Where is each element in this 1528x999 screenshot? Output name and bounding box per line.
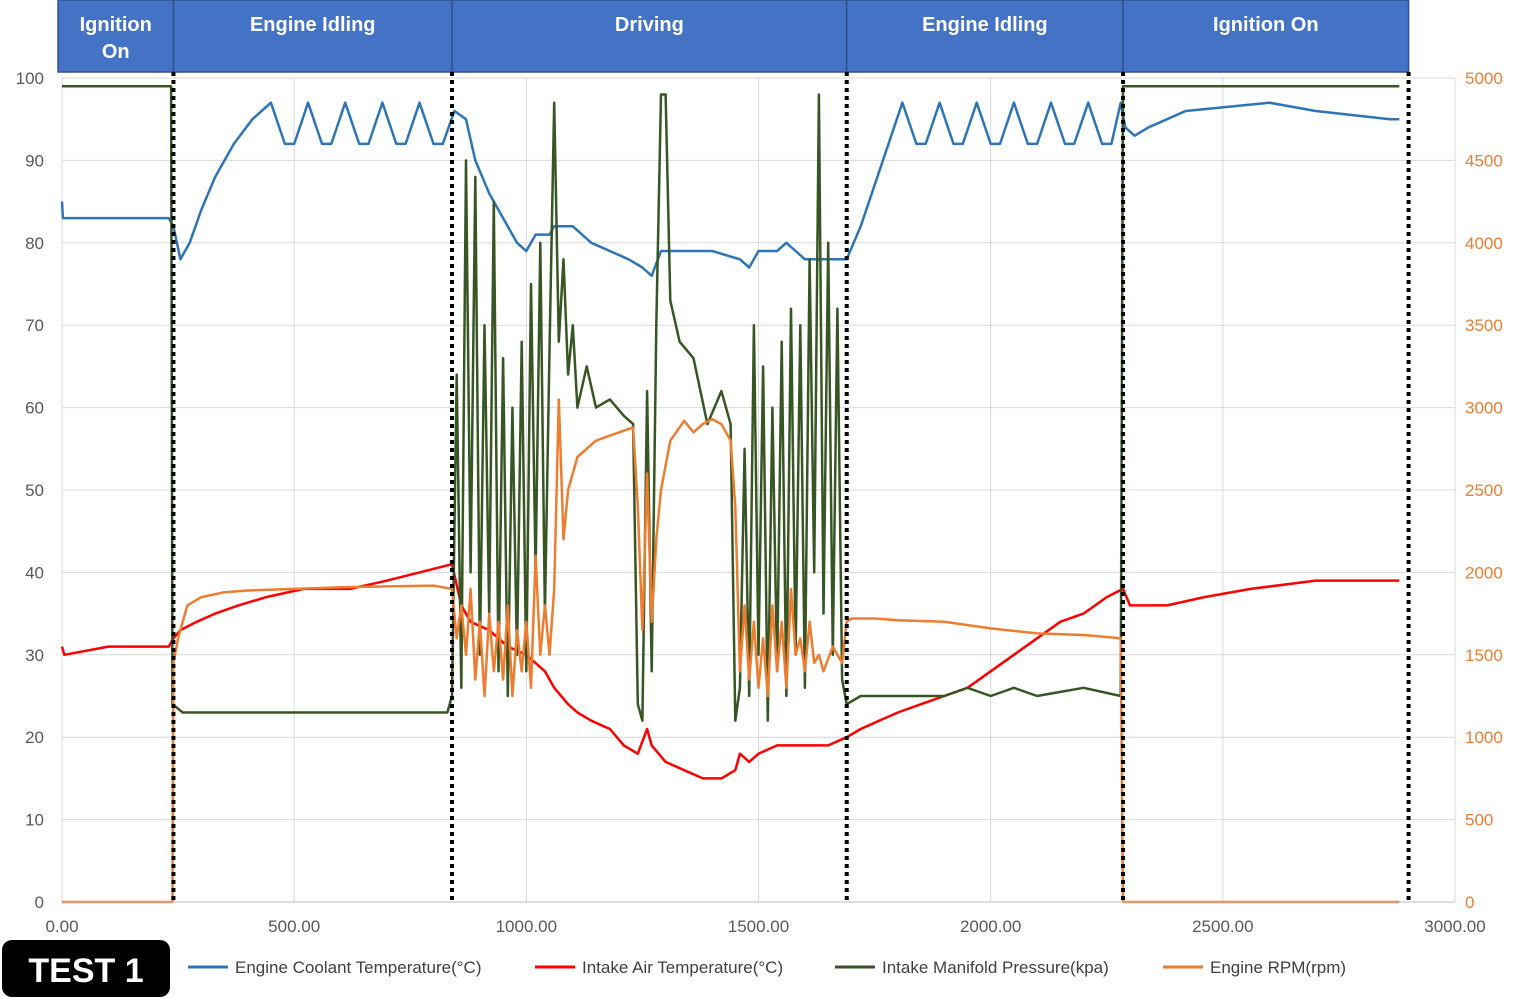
legend-item: Engine RPM(rpm) — [1163, 958, 1346, 977]
right-tick-label: 2000 — [1465, 563, 1503, 582]
left-tick-label: 20 — [25, 728, 44, 747]
right-tick-label: 2500 — [1465, 481, 1503, 500]
right-tick-label: 500 — [1465, 811, 1493, 830]
left-tick-label: 80 — [25, 234, 44, 253]
phase-header: Engine Idling — [172, 0, 453, 73]
series-line — [60, 562, 1400, 780]
x-tick-label: 0.00 — [45, 917, 78, 936]
right-tick-label: 4500 — [1465, 151, 1503, 170]
legend-item: Engine Coolant Temperature(°C) — [188, 958, 482, 977]
phase-label: Driving — [615, 14, 684, 36]
right-tick-label: 5000 — [1465, 69, 1503, 88]
series-layer — [60, 84, 1400, 904]
right-tick-label: 1000 — [1465, 728, 1503, 747]
left-axis: 0 10 20 30 40 50 60 70 80 90 100 — [16, 69, 44, 912]
right-tick-label: 4000 — [1465, 234, 1503, 253]
phase-header: Engine Idling — [845, 0, 1124, 73]
left-tick-label: 90 — [25, 151, 44, 170]
phase-header-box — [845, 0, 1124, 73]
chart: Ignition On Engine Idling Driving Engine Idl… — [2, 0, 1503, 997]
right-tick-label: 1500 — [1465, 646, 1503, 665]
series-line — [62, 84, 1400, 722]
legend-label: Intake Manifold Pressure(kpa) — [882, 958, 1109, 977]
legend-label: Engine Coolant Temperature(°C) — [235, 958, 482, 977]
phase-label: On — [102, 41, 130, 63]
phase-label: Ignition On — [1213, 14, 1319, 36]
test-badge-text: TEST 1 — [28, 952, 143, 990]
left-tick-label: 10 — [25, 811, 44, 830]
phase-header: Driving — [451, 0, 848, 73]
legend: Engine Coolant Temperature(°C) Intake Air… — [188, 958, 1346, 977]
x-axis: 0.00 500.00 1000.00 1500.00 2000.00 2500.00 30… — [45, 901, 1486, 936]
phase-header-box — [1122, 0, 1410, 73]
left-tick-label: 60 — [25, 399, 44, 418]
phase-header-box — [451, 0, 848, 73]
x-tick-label: 500.00 — [268, 917, 320, 936]
left-tick-label: 40 — [25, 563, 44, 582]
x-tick-label: 1500.00 — [728, 917, 789, 936]
phase-label: Engine Idling — [250, 14, 376, 36]
left-tick-label: 100 — [16, 69, 44, 88]
left-tick-label: 30 — [25, 646, 44, 665]
right-axis: 0 500 1000 1500 2000 2500 3000 3500 4000 4500 5000 — [1465, 69, 1503, 912]
legend-item: Intake Manifold Pressure(kpa) — [835, 958, 1109, 977]
left-tick-label: 70 — [25, 316, 44, 335]
phase-header: Ignition On — [57, 0, 175, 73]
right-tick-label: 0 — [1465, 893, 1474, 912]
phase-label: Ignition — [80, 14, 152, 36]
right-tick-label: 3500 — [1465, 316, 1503, 335]
legend-label: Intake Air Temperature(°C) — [582, 958, 783, 977]
test-badge: TEST 1 — [2, 940, 170, 997]
phase-header-box — [172, 0, 453, 73]
legend-item: Intake Air Temperature(°C) — [535, 958, 783, 977]
phase-label: Engine Idling — [922, 14, 1048, 36]
left-tick-label: 50 — [25, 481, 44, 500]
left-tick-label: 0 — [35, 893, 44, 912]
phase-band: Ignition On Engine Idling Driving Engine Idl… — [57, 0, 1410, 73]
x-tick-label: 2500.00 — [1192, 917, 1253, 936]
x-tick-label: 3000.00 — [1424, 917, 1485, 936]
x-tick-label: 2000.00 — [960, 917, 1021, 936]
series-line — [60, 101, 1400, 278]
legend-label: Engine RPM(rpm) — [1210, 958, 1346, 977]
grid — [61, 77, 1456, 903]
phase-header: Ignition On — [1122, 0, 1410, 73]
x-tick-label: 1000.00 — [496, 917, 557, 936]
right-tick-label: 3000 — [1465, 399, 1503, 418]
